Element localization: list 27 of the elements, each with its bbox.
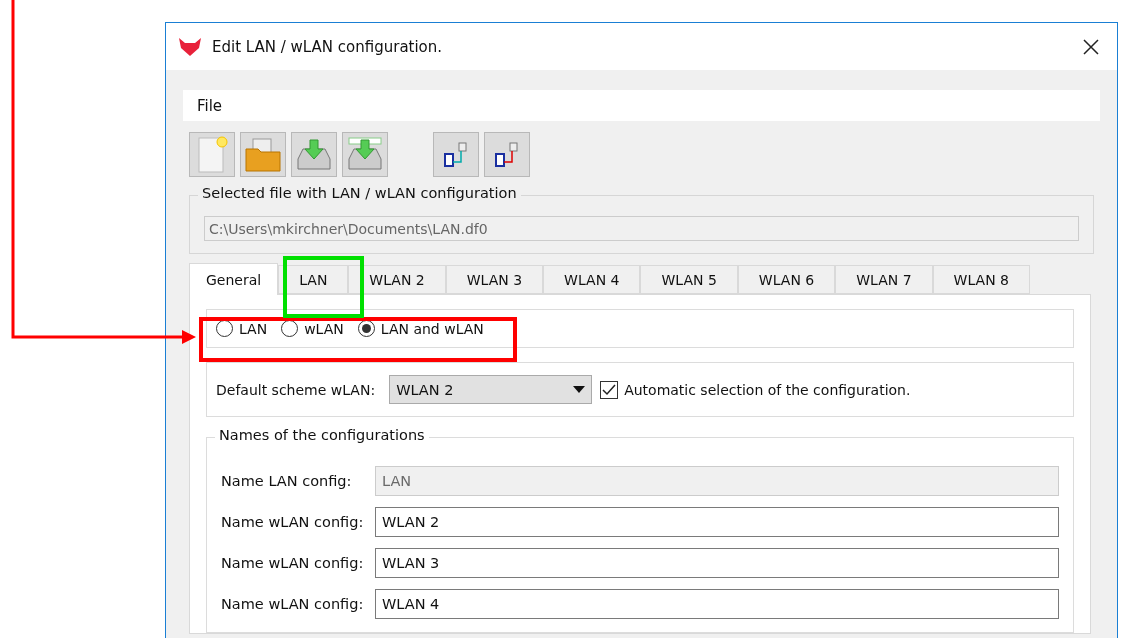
name-field[interactable]: WLAN 4 <box>375 588 1059 619</box>
radio-option[interactable]: LAN <box>216 320 268 338</box>
tab[interactable]: General <box>189 263 279 295</box>
tab[interactable]: WLAN 8 <box>932 265 1030 294</box>
name-field[interactable]: WLAN 3 <box>375 547 1059 578</box>
field-label: Name wLAN config: <box>221 595 365 612</box>
auto-select-checkbox[interactable]: Automatic selection of the configuration. <box>600 380 911 399</box>
radio-option[interactable]: LAN and wLAN <box>357 320 484 338</box>
group-title: Selected file with LAN / wLAN configuration <box>198 185 521 201</box>
tab[interactable]: WLAN 3 <box>445 265 544 294</box>
group-title: Names of the configurations <box>215 426 429 443</box>
field-label: Name wLAN config: <box>221 554 365 571</box>
scheme-dropdown[interactable]: WLAN 2 <box>389 375 593 404</box>
field-label: Name wLAN config: <box>221 513 365 530</box>
menu-item[interactable]: File <box>193 96 227 115</box>
window-title: Edit LAN / wLAN configuration. <box>212 37 444 56</box>
tab[interactable]: WLAN 2 <box>348 265 446 294</box>
tab[interactable]: WLAN 4 <box>543 265 641 294</box>
field-label: Default scheme wLAN: <box>216 381 376 398</box>
field-label: Name LAN config: <box>221 472 353 489</box>
tab[interactable]: WLAN 7 <box>835 265 933 294</box>
file-path-field[interactable]: C:\Users\mkirchner\Documents\LAN.df0 <box>204 216 1079 241</box>
radio-option[interactable]: wLAN <box>281 320 344 338</box>
tab[interactable]: WLAN 5 <box>640 265 738 294</box>
tab[interactable]: LAN <box>278 265 349 294</box>
tab[interactable]: WLAN 6 <box>737 265 836 294</box>
name-field[interactable]: WLAN 2 <box>375 506 1059 537</box>
